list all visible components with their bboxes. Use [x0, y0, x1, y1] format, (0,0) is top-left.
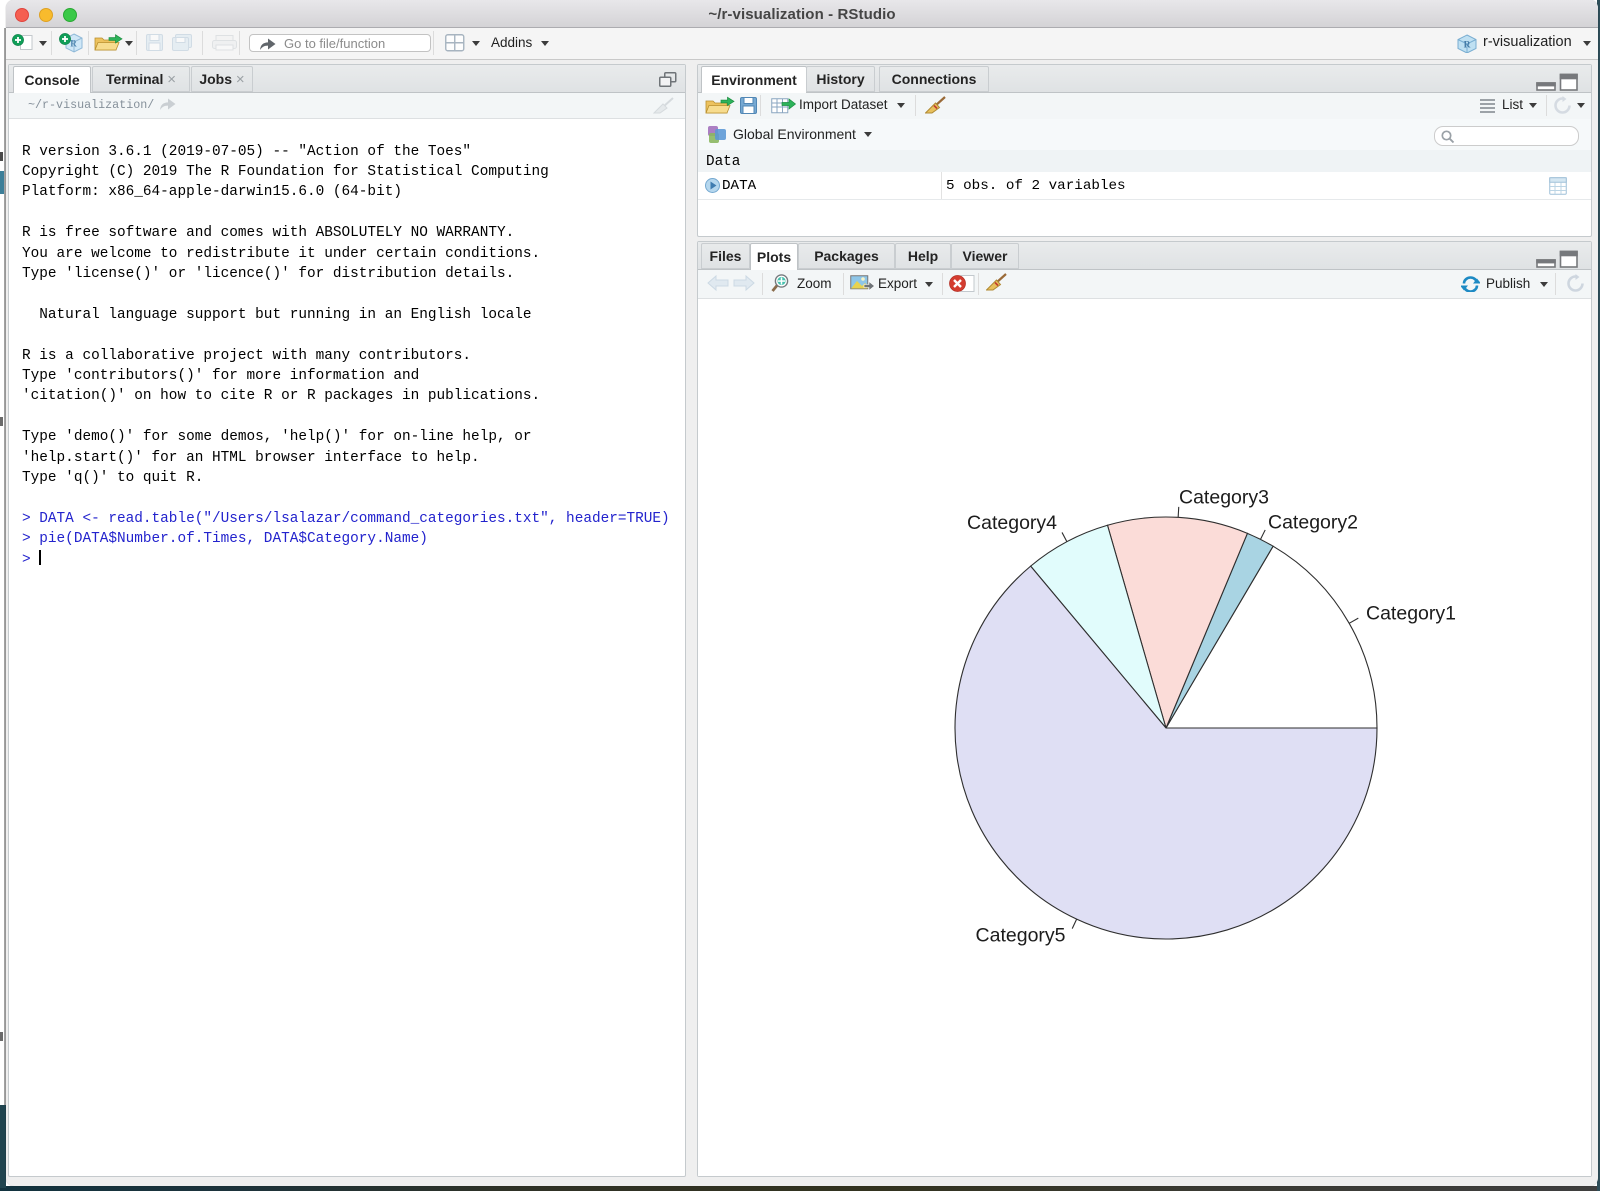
svg-text:R: R — [1464, 40, 1471, 50]
svg-text:Category5: Category5 — [976, 925, 1066, 947]
svg-text:Category1: Category1 — [1366, 603, 1456, 625]
svg-text:Category3: Category3 — [1179, 487, 1269, 509]
svg-text:Category2: Category2 — [1268, 512, 1358, 534]
svg-text:R: R — [70, 39, 77, 49]
svg-text:Category4: Category4 — [967, 512, 1057, 534]
